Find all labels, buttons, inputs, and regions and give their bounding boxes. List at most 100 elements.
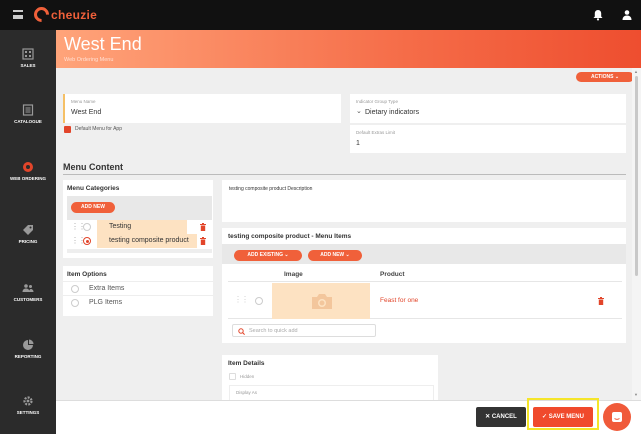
camera-icon [312,294,332,309]
list-item[interactable]: ⋮⋮ testing composite product [67,234,212,248]
chevron-down-icon: ⌄ [614,74,620,80]
sidebar-item-customers[interactable]: CUSTOMERS [0,282,56,302]
close-icon: ✕ [485,414,491,420]
indicator-group-value: Dietary indicators [365,109,420,116]
chevron-down-icon: ⌄ [345,252,350,258]
cancel-button[interactable]: ✕ CANCEL [476,407,526,427]
item-details-title: Item Details [228,360,265,367]
menu-name-label: Menu Name [71,99,96,104]
scroll-up-icon[interactable]: ▲ [634,69,638,74]
extras-limit-field[interactable]: Default Extras Limit 1 [350,125,626,153]
actions-label: ACTIONS [590,74,614,80]
logo-text: cheuzie [51,7,98,22]
sidebar-item-label: CUSTOMERS [13,297,43,302]
sidebar-item-settings[interactable]: SETTINGS [0,395,56,415]
description-text: testing composite product Description [229,186,313,192]
menu-items-title: testing composite product - Menu Items [228,233,352,240]
scroll-down-icon[interactable]: ▼ [634,392,638,397]
hamburger-menu-icon[interactable] [13,10,23,19]
save-menu-button[interactable]: ✓ SAVE MENU [533,407,593,427]
drag-handle-icon[interactable]: ⋮⋮ [234,295,249,304]
option-radio[interactable] [71,299,79,307]
hidden-label: Hidden [240,374,255,379]
sidebar-item-web-ordering[interactable]: WEB ORDERING [0,161,56,181]
product-image [272,283,370,319]
divider [63,174,626,175]
option-radio[interactable] [71,285,79,293]
trash-icon[interactable] [598,297,604,305]
actions-button[interactable]: ACTIONS ⌄ [576,72,632,82]
indicator-group-select[interactable]: Indicator Group Type ⌄ Dietary indicator… [350,94,626,123]
item-options-card: Item Options Extra Items PLG Items [63,266,213,316]
quick-add-search-input[interactable]: Search to quick add [232,324,376,337]
chevron-down-icon: ⌄ [356,108,362,115]
menu-items-card: testing composite product - Menu Items A… [222,228,626,343]
main-content: ACTIONS ⌄ Menu Name West End Default Men… [56,68,632,400]
catalogue-icon [22,104,34,116]
menu-categories-title: Menu Categories [67,185,120,192]
web-ordering-icon [23,162,33,172]
sales-icon [22,48,34,60]
pricing-icon [23,225,33,235]
list-item[interactable]: Extra Items [63,281,213,295]
menu-content-title: Menu Content [63,162,123,172]
logo-mark-icon [30,3,53,26]
vertical-scrollbar[interactable]: ▲ ▼ [632,68,641,400]
add-existing-button[interactable]: ADD EXISTING ⌄ [234,250,302,261]
cancel-label: CANCEL [491,414,517,420]
list-item[interactable]: PLG Items [63,295,213,309]
add-category-button[interactable]: ADD NEW [71,202,115,213]
sidebar-item-label: SETTINGS [16,410,40,415]
settings-icon [23,396,33,406]
default-menu-checkbox[interactable] [64,126,71,133]
table-row[interactable]: ⋮⋮ Feast for one [228,283,622,319]
category-radio[interactable] [83,223,91,231]
sidebar-item-label: SALES [20,63,36,68]
menu-name-field[interactable]: Menu Name West End [63,94,341,123]
save-label: SAVE MENU [548,414,584,420]
product-name: Feast for one [380,297,419,304]
item-options-title: Item Options [67,271,107,278]
search-icon [238,327,245,335]
chat-button[interactable] [603,403,631,431]
menu-categories-card: Menu Categories ADD NEW ⋮⋮ Testing ⋮⋮ te… [63,180,213,258]
footer-bar: ✕ CANCEL ✓ SAVE MENU [56,398,641,434]
category-radio[interactable] [83,237,91,245]
logo[interactable]: cheuzie [30,3,98,26]
trash-icon[interactable] [200,237,206,245]
indicator-group-label: Indicator Group Type [356,99,398,104]
list-item[interactable]: ⋮⋮ Testing [67,220,212,234]
bell-icon[interactable] [592,9,604,21]
page-subtitle: Web Ordering Menu [64,57,114,63]
reporting-icon [23,339,34,350]
add-new-item-label: ADD NEW [320,252,345,258]
description-box[interactable]: testing composite product Description [222,180,626,222]
page-header: West End Web Ordering Menu [56,30,641,68]
add-new-item-button[interactable]: ADD NEW ⌄ [308,250,362,261]
table-header: Image Product [228,268,622,282]
scrollbar-thumb[interactable] [635,76,638,276]
sidebar-item-sales[interactable]: SALES [0,48,56,68]
column-header-product: Product [380,271,405,278]
display-as-field[interactable]: Display As [229,385,434,400]
check-icon: ✓ [542,414,548,420]
hidden-checkbox[interactable] [229,373,236,380]
top-bar: cheuzie [0,0,641,30]
user-icon[interactable] [621,9,633,21]
sidebar-item-label: WEB ORDERING [10,176,46,181]
sidebar: SALES CATALOGUE WEB ORDERING PRICING CUS… [0,30,56,434]
menu-name-value: West End [71,109,102,116]
sidebar-item-label: PRICING [18,239,38,244]
chevron-down-icon: ⌄ [284,252,289,258]
item-radio[interactable] [255,297,263,305]
trash-icon[interactable] [200,223,206,231]
category-label: Testing [109,223,132,230]
customers-icon [22,284,34,292]
sidebar-item-label: REPORTING [14,354,42,359]
extras-limit-label: Default Extras Limit [356,130,396,135]
sidebar-item-reporting[interactable]: REPORTING [0,339,56,359]
sidebar-item-pricing[interactable]: PRICING [0,224,56,244]
radio-dot [85,239,89,243]
horizontal-scrollbar[interactable] [67,249,212,253]
sidebar-item-catalogue[interactable]: CATALOGUE [0,104,56,124]
